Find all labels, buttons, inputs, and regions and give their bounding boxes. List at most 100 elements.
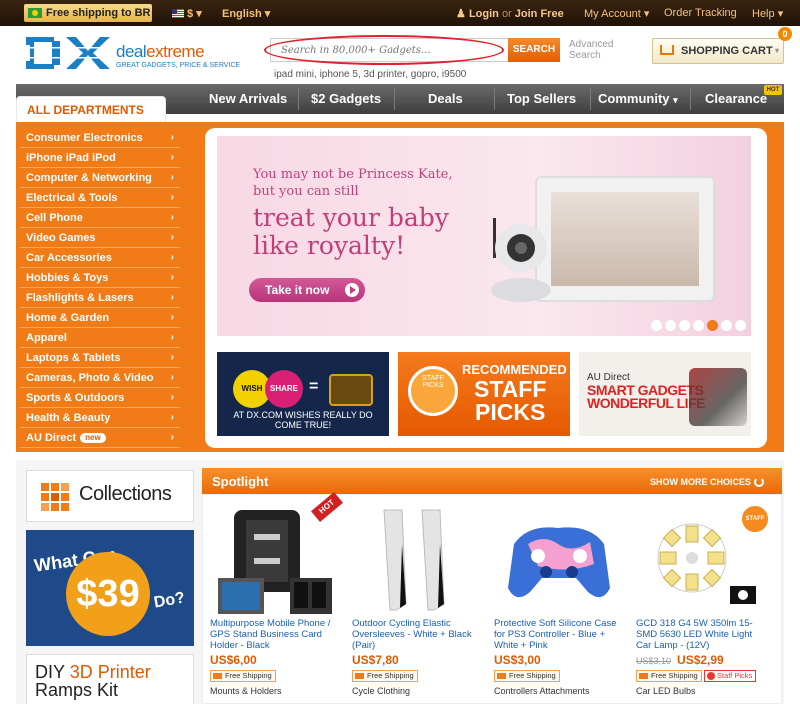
sidebar-item-sports-outdoors[interactable]: Sports & Outdoors › bbox=[20, 388, 180, 408]
search-suggestions[interactable]: ipad mini, iphone 5, 3d printer, gopro, … bbox=[274, 69, 466, 80]
dx-logo[interactable] bbox=[26, 37, 116, 69]
collections-title: Collections bbox=[79, 483, 172, 505]
nav-community[interactable]: Community ▾ bbox=[598, 91, 678, 106]
nav-new-arrivals[interactable]: New Arrivals bbox=[209, 91, 287, 106]
take-it-now-button[interactable]: Take it now bbox=[249, 278, 365, 302]
sidebar-item-car-accessories[interactable]: Car Accessories › bbox=[20, 248, 180, 268]
product-card[interactable]: HOT Multipurpose Mobile Phone / GPS Stan… bbox=[206, 491, 344, 704]
product-name-link[interactable]: GCD 318 G4 5W 350lm 15-SMD 5630 LED Whit… bbox=[636, 618, 770, 652]
sidebar-item-laptops-tablets[interactable]: Laptops & Tablets › bbox=[20, 348, 180, 368]
nav-divider bbox=[590, 88, 591, 110]
chevron-right-icon: › bbox=[170, 152, 174, 163]
smart-gadgets-title: SMART GADGETS WONDERFUL LIFE bbox=[587, 383, 705, 410]
login-link[interactable]: Login bbox=[469, 8, 499, 20]
logo-text: dealextreme GREAT GADGETS, PRICE & SERVI… bbox=[116, 42, 240, 69]
all-departments-tab[interactable]: ALL DEPARTMENTS bbox=[16, 96, 166, 122]
sidebar-item-iphone-ipad-ipod[interactable]: iPhone iPad iPod › bbox=[20, 148, 180, 168]
sidebar-item-cameras-photo-video[interactable]: Cameras, Photo & Video › bbox=[20, 368, 180, 388]
sidebar-item-label: Flashlights & Lasers bbox=[26, 292, 134, 304]
sidebar-item-health-beauty[interactable]: Health & Beauty › bbox=[20, 408, 180, 428]
nav-divider bbox=[690, 88, 691, 110]
product-name-link[interactable]: Multipurpose Mobile Phone / GPS Stand Bu… bbox=[210, 618, 344, 652]
sidebar-item-label: Health & Beauty bbox=[26, 412, 111, 424]
product-category-link[interactable]: Mounts & Holders bbox=[210, 686, 282, 696]
staff-picks-promo[interactable]: STAFF PICKS RECOMMENDED STAFF PICKS bbox=[398, 352, 570, 436]
free-shipping-button[interactable]: Free shipping to BR bbox=[24, 4, 152, 22]
slide-dot[interactable] bbox=[721, 320, 732, 331]
sidebar-item-consumer-electronics[interactable]: Consumer Electronics › bbox=[20, 128, 180, 148]
currency-selector[interactable]: $ ▾ bbox=[172, 7, 202, 20]
show-more-label: SHOW MORE CHOICES bbox=[650, 477, 752, 487]
ps3-controller-case-image bbox=[508, 527, 610, 598]
banner-title: treat your baby like royalty! bbox=[253, 204, 449, 260]
sidebar-item-label: AU Direct bbox=[26, 432, 77, 444]
sidebar-item-electrical-tools[interactable]: Electrical & Tools › bbox=[20, 188, 180, 208]
top-bar: Free shipping to BR $ ▾ English ▾ ♟ Logi… bbox=[0, 0, 800, 26]
advanced-search-link[interactable]: Advanced Search bbox=[569, 39, 629, 61]
chevron-right-icon: › bbox=[170, 132, 174, 143]
department-sidebar: Consumer Electronics › iPhone iPad iPod › … bbox=[20, 128, 180, 448]
cart-label: SHOPPING CART bbox=[681, 45, 773, 57]
slide-dot[interactable] bbox=[665, 320, 676, 331]
order-tracking-link[interactable]: Order Tracking bbox=[664, 7, 737, 19]
collections-box[interactable]: Collections bbox=[26, 470, 194, 522]
staff-badge-label: STAFF PICKS bbox=[422, 375, 444, 389]
nav-top-sellers[interactable]: Top Sellers bbox=[507, 91, 576, 106]
play-icon bbox=[345, 283, 359, 297]
chevron-right-icon: › bbox=[170, 372, 174, 383]
help-menu[interactable]: Help ▾ bbox=[752, 7, 783, 20]
free-shipping-badge: Free Shipping bbox=[210, 670, 276, 682]
banner-line-1: You may not be Princess Kate, bbox=[253, 167, 453, 182]
nav-deals[interactable]: Deals bbox=[428, 91, 463, 106]
au-direct-promo[interactable]: AU Direct SMART GADGETS WONDERFUL LIFE bbox=[579, 352, 751, 436]
nav-divider bbox=[494, 88, 495, 110]
chevron-right-icon: › bbox=[170, 312, 174, 323]
sidebar-item-apparel[interactable]: Apparel › bbox=[20, 328, 180, 348]
phone-stand-image bbox=[218, 510, 332, 614]
slide-dot-active[interactable] bbox=[707, 320, 718, 331]
nav-clearance[interactable]: Clearance bbox=[705, 91, 767, 106]
slide-dot[interactable] bbox=[735, 320, 746, 331]
product-name-link[interactable]: Outdoor Cycling Elastic Oversleeves - Wh… bbox=[352, 618, 486, 652]
product-category-link[interactable]: Controllers Attachments bbox=[494, 686, 590, 696]
price-39-circle: $39 bbox=[66, 552, 150, 636]
slide-dot[interactable] bbox=[651, 320, 662, 331]
sidebar-item-au-direct[interactable]: AU Direct new › bbox=[20, 428, 180, 448]
hero-banner[interactable]: You may not be Princess Kate, but you can… bbox=[217, 136, 751, 336]
recommended-label: RECOMMENDED bbox=[462, 362, 567, 377]
sidebar-item-flashlights-lasers[interactable]: Flashlights & Lasers › bbox=[20, 288, 180, 308]
product-category-link[interactable]: Cycle Clothing bbox=[352, 686, 410, 696]
wish-share-promo[interactable]: WISH SHARE = AT DX.COM WISHES REALLY DO … bbox=[217, 352, 389, 436]
join-free-link[interactable]: Join Free bbox=[515, 8, 564, 20]
diy-word: DIY bbox=[35, 662, 70, 682]
language-selector[interactable]: English ▾ bbox=[222, 7, 270, 20]
spotlight-title: Spotlight bbox=[212, 474, 269, 489]
share-circle: SHARE bbox=[265, 370, 303, 408]
product-name-link[interactable]: Protective Soft Silicone Case for PS3 Co… bbox=[494, 618, 628, 652]
chevron-right-icon: › bbox=[170, 252, 174, 263]
sidebar-item-hobbies-toys[interactable]: Hobbies & Toys › bbox=[20, 268, 180, 288]
search-input[interactable] bbox=[270, 38, 508, 62]
search-button[interactable]: SEARCH bbox=[508, 38, 560, 62]
chevron-down-icon: ▾ bbox=[774, 46, 779, 55]
or-text: or bbox=[501, 8, 512, 20]
product-card[interactable]: Protective Soft Silicone Case for PS3 Co… bbox=[490, 498, 628, 704]
product-card[interactable]: Outdoor Cycling Elastic Oversleeves - Wh… bbox=[348, 498, 486, 704]
diy-title: DIY 3D Printer bbox=[35, 663, 193, 681]
sidebar-item-video-games[interactable]: Video Games › bbox=[20, 228, 180, 248]
product-category-link[interactable]: Car LED Bulbs bbox=[636, 686, 696, 696]
sidebar-item-cell-phone[interactable]: Cell Phone › bbox=[20, 208, 180, 228]
nav-2-gadgets[interactable]: $2 Gadgets bbox=[311, 91, 381, 106]
sidebar-item-computer-networking[interactable]: Computer & Networking › bbox=[20, 168, 180, 188]
diy-3d-printer-promo[interactable]: DIY 3D Printer Ramps Kit bbox=[26, 654, 194, 704]
photo-frame-image bbox=[535, 176, 715, 302]
sidebar-item-home-garden[interactable]: Home & Garden › bbox=[20, 308, 180, 328]
my-account-menu[interactable]: My Account ▾ bbox=[584, 7, 649, 20]
what-can-39-do-promo[interactable]: What Can $39 Do? bbox=[26, 530, 194, 646]
banner-line-4: like royalty! bbox=[253, 231, 406, 260]
slide-dot[interactable] bbox=[679, 320, 690, 331]
shopping-cart-button[interactable]: SHOPPING CART ▾ bbox=[652, 38, 784, 64]
slide-dot[interactable] bbox=[693, 320, 704, 331]
show-more-choices-link[interactable]: SHOW MORE CHOICES bbox=[650, 477, 765, 487]
product-card[interactable]: STAFF PICKS GCD 318 G4 5W 350lm 15-SMD 5… bbox=[632, 498, 770, 704]
